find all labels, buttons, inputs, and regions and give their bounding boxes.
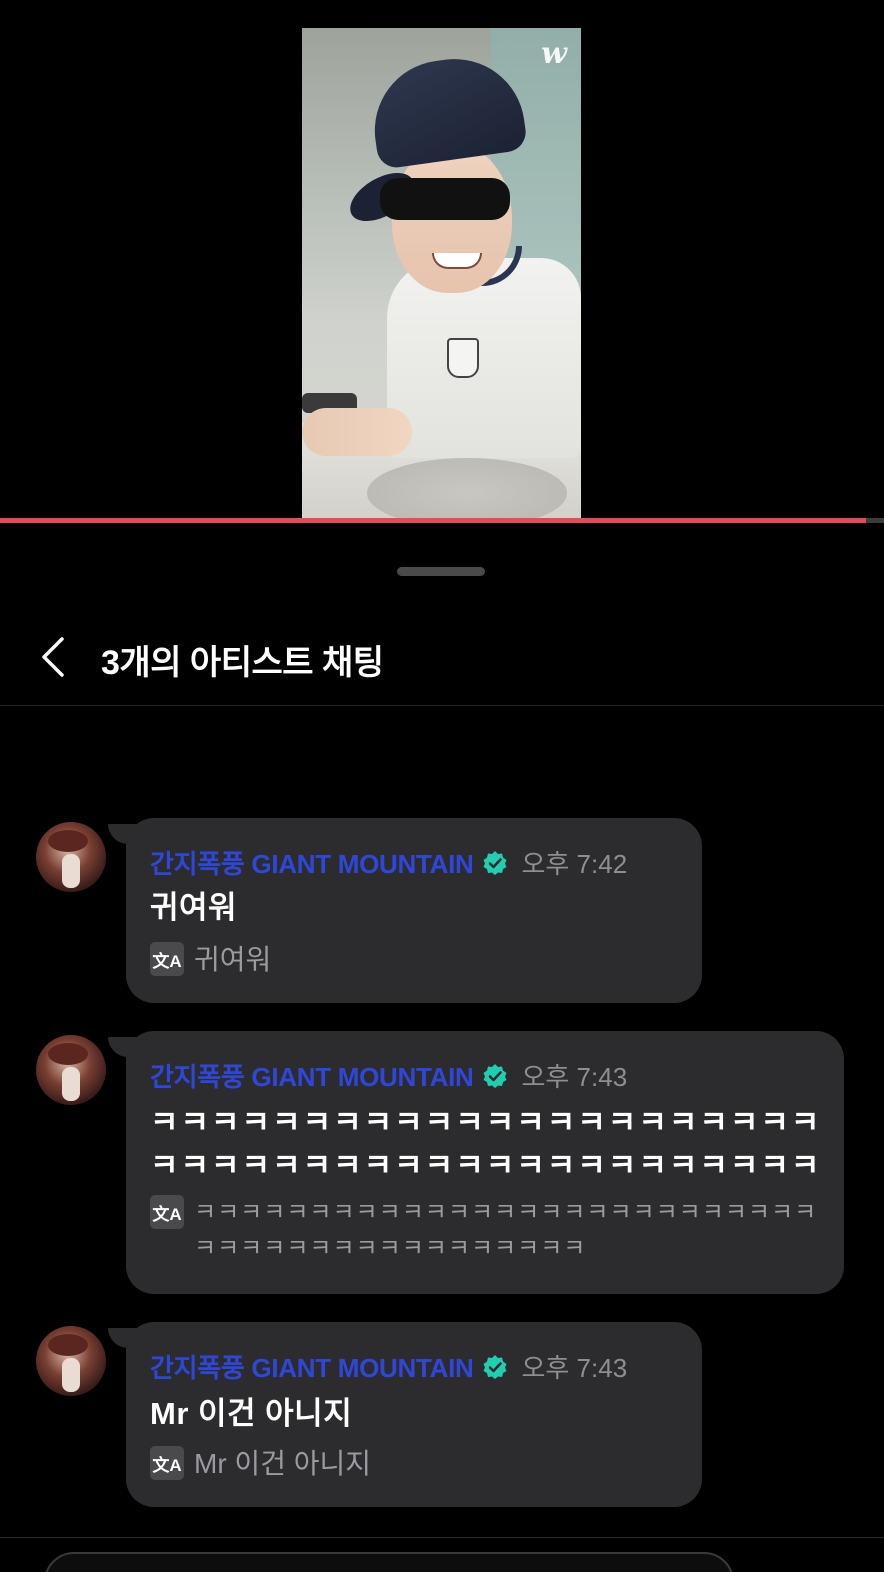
verified-badge-icon	[483, 1063, 507, 1088]
chevron-left-icon	[42, 637, 64, 677]
translation-row: 文A ㅋㅋㅋㅋㅋㅋㅋㅋㅋㅋㅋㅋㅋㅋㅋㅋㅋㅋㅋㅋㅋㅋㅋㅋㅋㅋㅋㅋㅋㅋㅋㅋㅋㅋㅋㅋㅋ…	[150, 1195, 822, 1267]
video-sunglasses	[380, 178, 510, 220]
chat-input-bar[interactable]	[44, 1552, 734, 1572]
translate-icon[interactable]: 文A	[150, 942, 184, 976]
message-time: 오후 7:42	[521, 849, 628, 879]
verified-badge-icon	[483, 1354, 507, 1379]
translated-text: Mr 이건 아니지	[194, 1448, 372, 1479]
author-name: 간지폭풍 GIANT MOUNTAIN	[150, 1062, 474, 1092]
avatar[interactable]	[36, 822, 106, 892]
video-progress-bar[interactable]	[0, 518, 884, 523]
page-title: 3개의 아티스트 채팅	[101, 644, 384, 682]
message-time: 오후 7:43	[521, 1353, 628, 1383]
verified-badge-icon	[483, 850, 507, 875]
message-meta: 간지폭풍 GIANT MOUNTAIN 오후 7:43	[150, 1057, 627, 1094]
chat-header: 3개의 아티스트 채팅	[0, 605, 884, 705]
video-arm	[302, 408, 412, 456]
author-name: 간지폭풍 GIANT MOUNTAIN	[150, 1353, 474, 1383]
video-progress-fill	[0, 518, 867, 523]
video-shirt	[387, 258, 581, 458]
translated-text: ㅋㅋㅋㅋㅋㅋㅋㅋㅋㅋㅋㅋㅋㅋㅋㅋㅋㅋㅋㅋㅋㅋㅋㅋㅋㅋㅋㅋㅋㅋㅋㅋㅋㅋㅋㅋㅋㅋㅋㅋ…	[194, 1199, 818, 1262]
message-bubble[interactable]: 간지폭풍 GIANT MOUNTAIN 오후 7:43 ㅋㅋㅋㅋㅋㅋㅋㅋㅋㅋㅋㅋ…	[126, 1031, 844, 1294]
sheet-drag-handle[interactable]	[397, 567, 485, 576]
message-text: 귀여워	[150, 890, 238, 925]
header-divider	[0, 705, 884, 706]
video-frame[interactable]: w	[302, 28, 581, 518]
translate-icon[interactable]: 文A	[150, 1195, 184, 1229]
message-bubble[interactable]: 간지폭풍 GIANT MOUNTAIN 오후 7:42 귀여워 文A 귀여워	[126, 818, 702, 1003]
message-text: ㅋㅋㅋㅋㅋㅋㅋㅋㅋㅋㅋㅋㅋㅋㅋㅋㅋㅋㅋㅋㅋㅋㅋㅋㅋㅋㅋㅋㅋㅋㅋㅋㅋㅋㅋㅋㅋㅋㅋㅋ…	[150, 1105, 822, 1183]
footer-divider	[0, 1537, 884, 1538]
translated-text: 귀여워	[194, 944, 272, 975]
video-player[interactable]: w	[0, 0, 884, 520]
translation-row: 文A Mr 이건 아니지	[150, 1446, 371, 1482]
translate-icon[interactable]: 文A	[150, 1446, 184, 1480]
translation-row: 文A 귀여워	[150, 942, 271, 978]
message-time: 오후 7:43	[521, 1062, 628, 1092]
video-shirt-badge	[447, 338, 479, 378]
avatar[interactable]	[36, 1035, 106, 1105]
message-meta: 간지폭풍 GIANT MOUNTAIN 오후 7:43	[150, 1348, 627, 1385]
back-button[interactable]	[34, 633, 78, 677]
weverse-logo: w	[541, 36, 567, 71]
message-text: Mr 이건 아니지	[150, 1396, 353, 1431]
message-meta: 간지폭풍 GIANT MOUNTAIN 오후 7:42	[150, 844, 627, 881]
author-name: 간지폭풍 GIANT MOUNTAIN	[150, 849, 474, 879]
message-bubble[interactable]: 간지폭풍 GIANT MOUNTAIN 오후 7:43 Mr 이건 아니지 文A…	[126, 1322, 702, 1507]
avatar[interactable]	[36, 1326, 106, 1396]
